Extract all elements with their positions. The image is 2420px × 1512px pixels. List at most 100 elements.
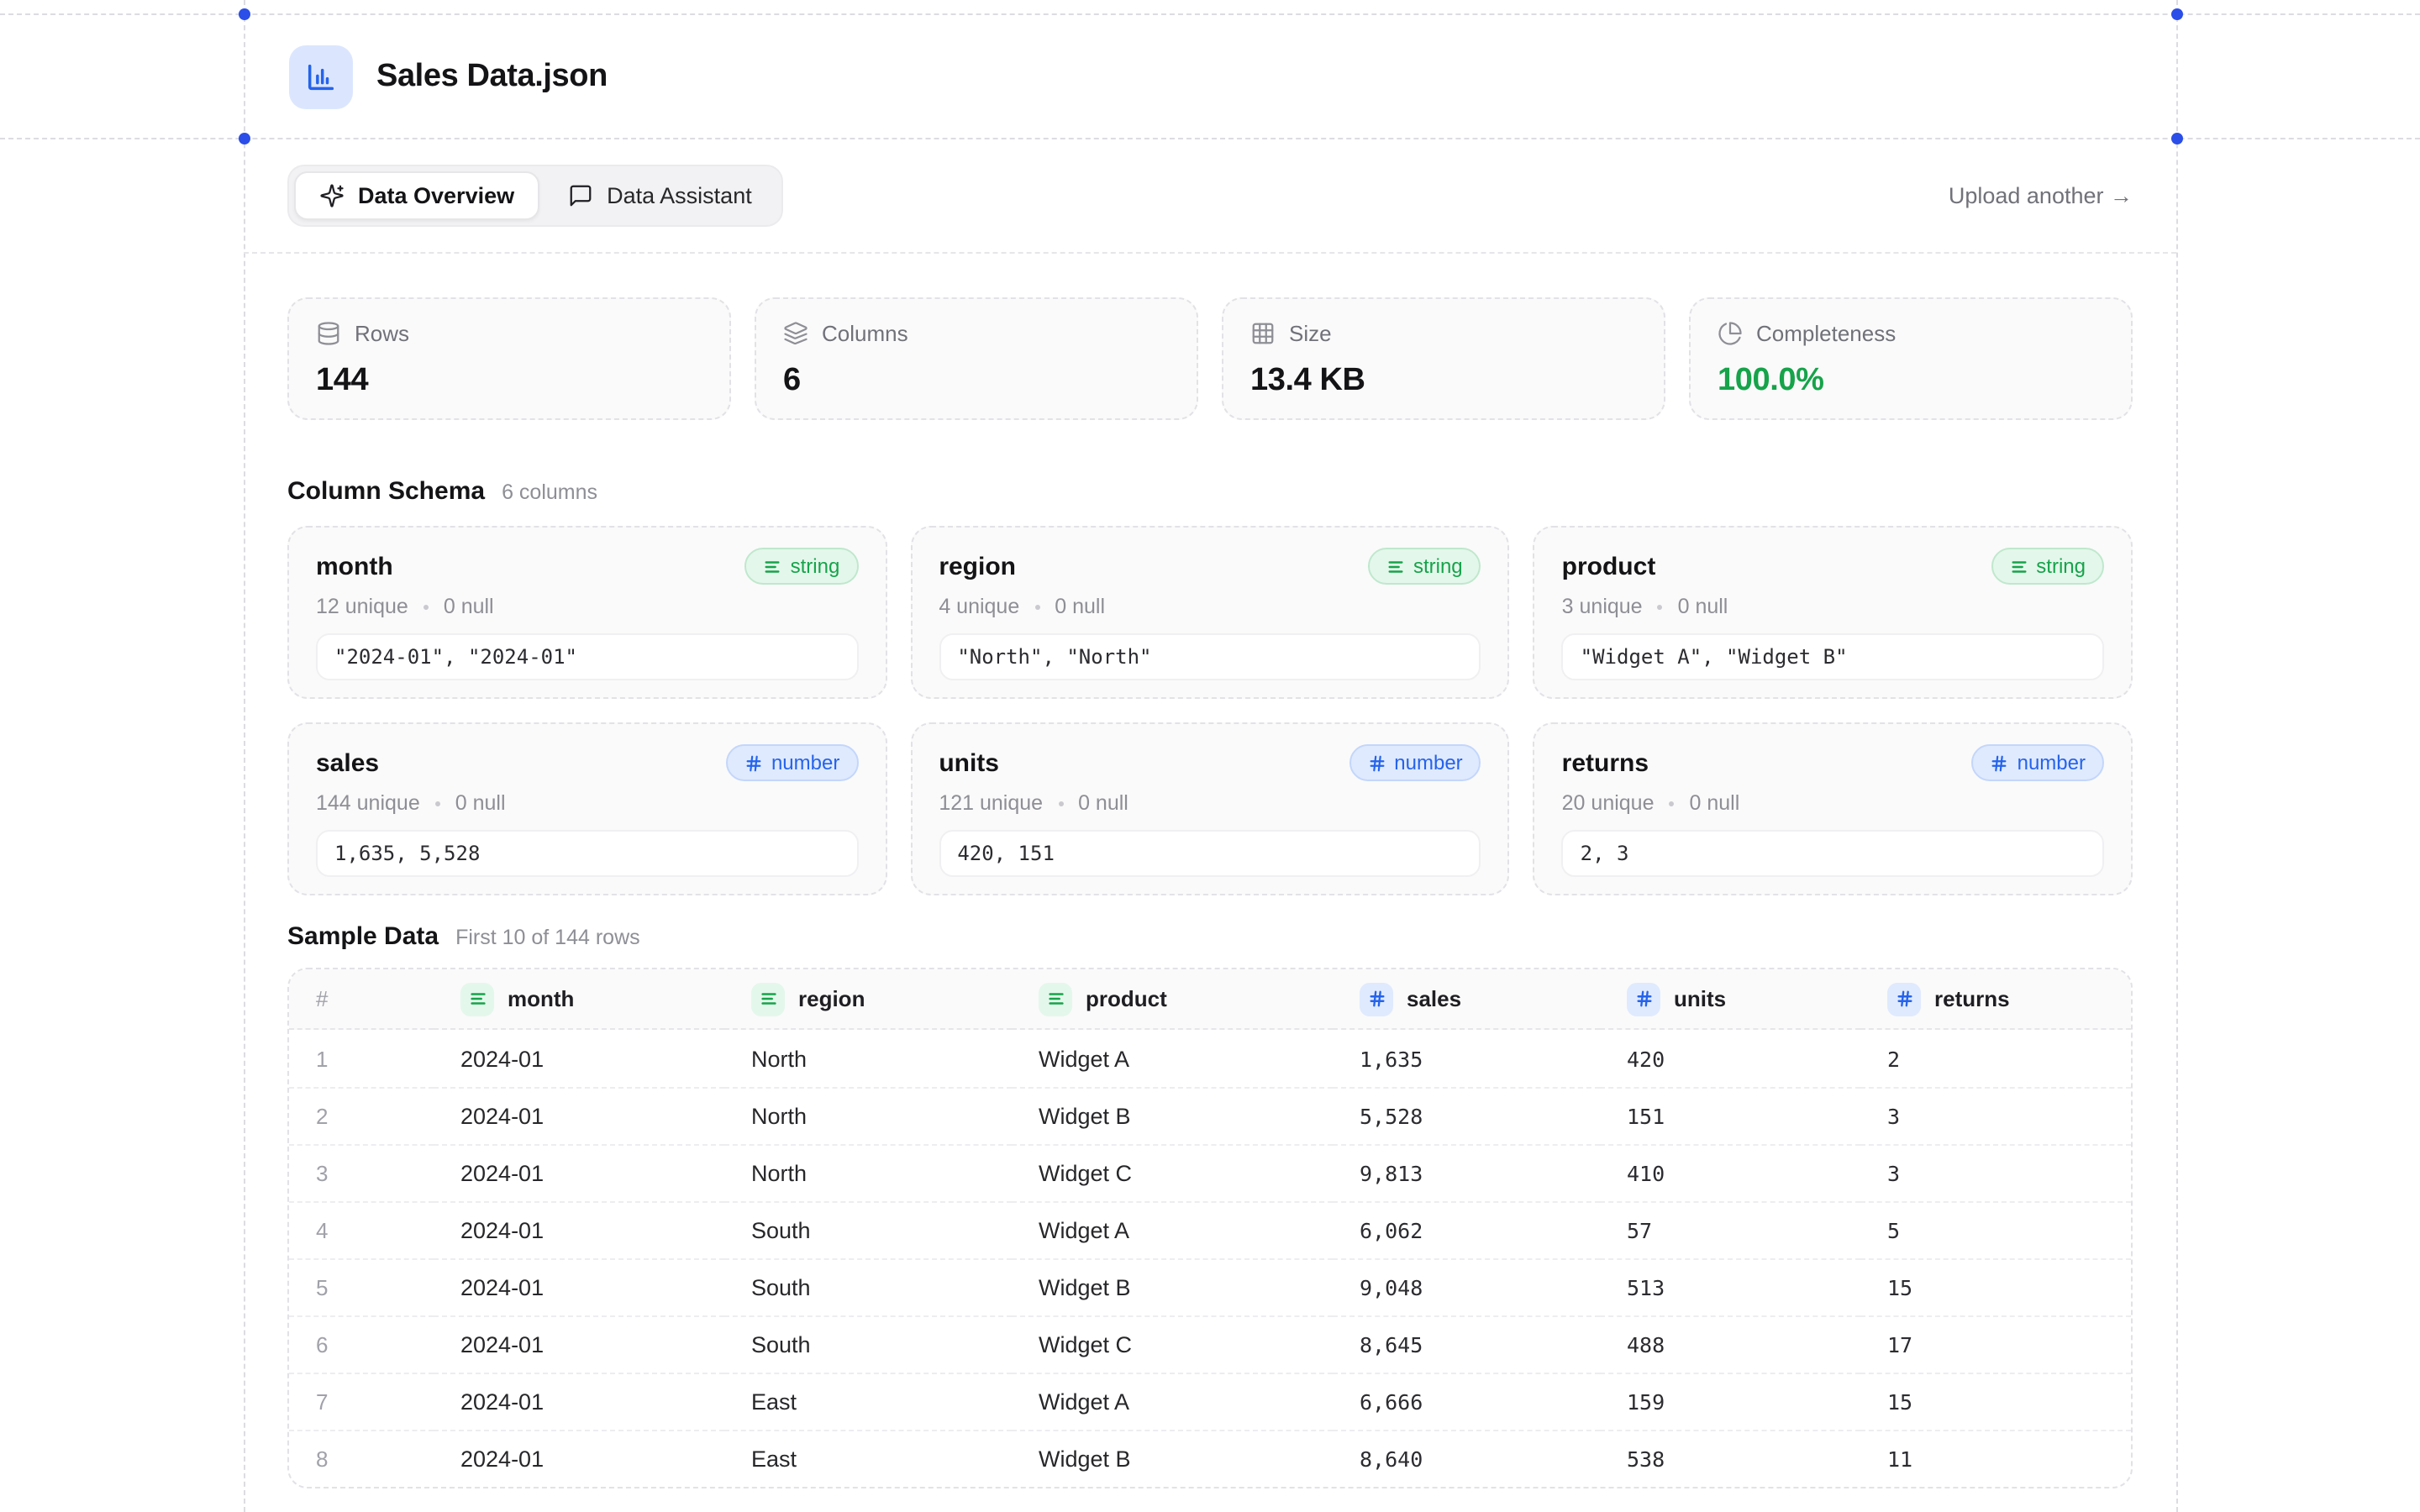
hash-icon — [1991, 753, 2009, 772]
dot-separator — [1058, 801, 1063, 806]
row-index: 7 — [289, 1373, 434, 1430]
cell-region: South — [724, 1201, 1012, 1258]
cell-sales: 6,666 — [1333, 1373, 1600, 1430]
schema-card-product: product string 3 unique0 null "Widget A"… — [1534, 526, 2133, 699]
table-row: 2 2024-01 North Widget B 5,528 151 3 — [289, 1087, 2131, 1144]
upload-another-link[interactable]: Upload another → — [1949, 183, 2133, 208]
column-name: product — [1562, 552, 1656, 580]
cell-product: Widget A — [1012, 1030, 1333, 1087]
column-sample-values: 420, 151 — [939, 830, 1481, 877]
column-meta: 121 unique0 null — [939, 791, 1481, 815]
schema-card-sales: sales number 144 unique0 null 1,635, 5,5… — [287, 722, 886, 895]
cell-product: Widget C — [1012, 1315, 1333, 1373]
cell-returns: 3 — [1860, 1087, 2131, 1144]
tab-label: Data Assistant — [607, 183, 752, 208]
row-index: 5 — [289, 1258, 434, 1315]
dot-separator — [435, 801, 440, 806]
sparkles-icon — [319, 183, 345, 208]
stat-label: Columns — [822, 321, 908, 346]
column-name: units — [939, 748, 999, 777]
cell-sales: 6,062 — [1333, 1201, 1600, 1258]
type-badge-string: string — [1368, 548, 1481, 585]
cell-month: 2024-01 — [434, 1030, 724, 1087]
row-index: 4 — [289, 1201, 434, 1258]
cell-product: Widget B — [1012, 1430, 1333, 1487]
header-product: product — [1012, 969, 1333, 1030]
cell-units: 488 — [1600, 1315, 1860, 1373]
table-grid-icon — [1250, 321, 1276, 346]
cell-product: Widget A — [1012, 1201, 1333, 1258]
stat-label: Completeness — [1756, 321, 1896, 346]
cell-sales: 5,528 — [1333, 1087, 1600, 1144]
stat-value: 144 — [316, 363, 702, 400]
sample-section-head: Sample Data First 10 of 144 rows — [287, 922, 2133, 951]
cell-sales: 1,635 — [1333, 1030, 1600, 1087]
column-sample-values: "2024-01", "2024-01" — [316, 633, 858, 680]
stat-card-columns: Columns 6 — [755, 297, 1198, 420]
schema-card-month: month string 12 unique0 null "2024-01", … — [287, 526, 886, 699]
cell-returns: 15 — [1860, 1258, 2131, 1315]
cell-units: 151 — [1600, 1087, 1860, 1144]
cell-returns: 11 — [1860, 1430, 2131, 1487]
cell-product: Widget C — [1012, 1144, 1333, 1201]
stat-cards: Rows 144 Columns 6 — [287, 297, 2133, 420]
cell-returns: 2 — [1860, 1030, 2131, 1087]
cell-units: 420 — [1600, 1030, 1860, 1087]
guide-dot — [239, 8, 250, 20]
column-meta: 144 unique0 null — [316, 791, 858, 815]
table-row: 3 2024-01 North Widget C 9,813 410 3 — [289, 1144, 2131, 1201]
chat-bubble-icon — [568, 183, 593, 208]
row-index: 3 — [289, 1144, 434, 1201]
column-meta: 4 unique0 null — [939, 595, 1481, 618]
schema-subheading: 6 columns — [502, 480, 597, 504]
type-badge-number: number — [1972, 744, 2104, 781]
hash-icon — [744, 753, 763, 772]
cell-region: East — [724, 1430, 1012, 1487]
dot-separator — [1658, 604, 1663, 609]
cell-month: 2024-01 — [434, 1430, 724, 1487]
main-content: Data Overview Data Assistant Upload anot… — [244, 138, 2176, 1512]
type-badge-string: string — [745, 548, 859, 585]
stat-label: Rows — [355, 321, 409, 346]
string-type-icon — [460, 982, 494, 1016]
tab-data-assistant[interactable]: Data Assistant — [543, 171, 777, 220]
header-sales: sales — [1333, 969, 1600, 1030]
cell-units: 410 — [1600, 1144, 1860, 1201]
text-lines-icon — [764, 557, 782, 575]
cell-month: 2024-01 — [434, 1373, 724, 1430]
column-meta: 20 unique0 null — [1562, 791, 2104, 815]
schema-card-region: region string 4 unique0 null "North", "N… — [910, 526, 1509, 699]
pie-chart-icon — [1718, 321, 1743, 346]
cell-product: Widget B — [1012, 1258, 1333, 1315]
string-type-icon — [1039, 982, 1072, 1016]
row-index: 6 — [289, 1315, 434, 1373]
cell-units: 57 — [1600, 1201, 1860, 1258]
cell-region: North — [724, 1030, 1012, 1087]
stat-label: Size — [1289, 321, 1332, 346]
stat-value: 13.4 KB — [1250, 363, 1637, 400]
header-returns: returns — [1860, 969, 2131, 1030]
type-badge-number: number — [1349, 744, 1481, 781]
tab-data-overview[interactable]: Data Overview — [294, 171, 539, 220]
stat-value: 100.0% — [1718, 363, 2104, 400]
cell-sales: 8,645 — [1333, 1315, 1600, 1373]
cell-product: Widget B — [1012, 1087, 1333, 1144]
cell-sales: 9,813 — [1333, 1144, 1600, 1201]
cell-sales: 9,048 — [1333, 1258, 1600, 1315]
header-region: region — [724, 969, 1012, 1030]
column-sample-values: 2, 3 — [1562, 830, 2104, 877]
cell-month: 2024-01 — [434, 1087, 724, 1144]
cell-region: East — [724, 1373, 1012, 1430]
type-badge-number: number — [726, 744, 858, 781]
header-month: month — [434, 969, 724, 1030]
column-name: month — [316, 552, 393, 580]
schema-section-head: Column Schema 6 columns — [287, 477, 2133, 506]
schema-card-returns: returns number 20 unique0 null 2, 3 — [1534, 722, 2133, 895]
column-meta: 12 unique0 null — [316, 595, 858, 618]
cell-month: 2024-01 — [434, 1315, 724, 1373]
table-row: 6 2024-01 South Widget C 8,645 488 17 — [289, 1315, 2131, 1373]
cell-sales: 8,640 — [1333, 1430, 1600, 1487]
cell-region: South — [724, 1315, 1012, 1373]
file-header: Sales Data.json — [289, 45, 608, 109]
stat-card-rows: Rows 144 — [287, 297, 731, 420]
